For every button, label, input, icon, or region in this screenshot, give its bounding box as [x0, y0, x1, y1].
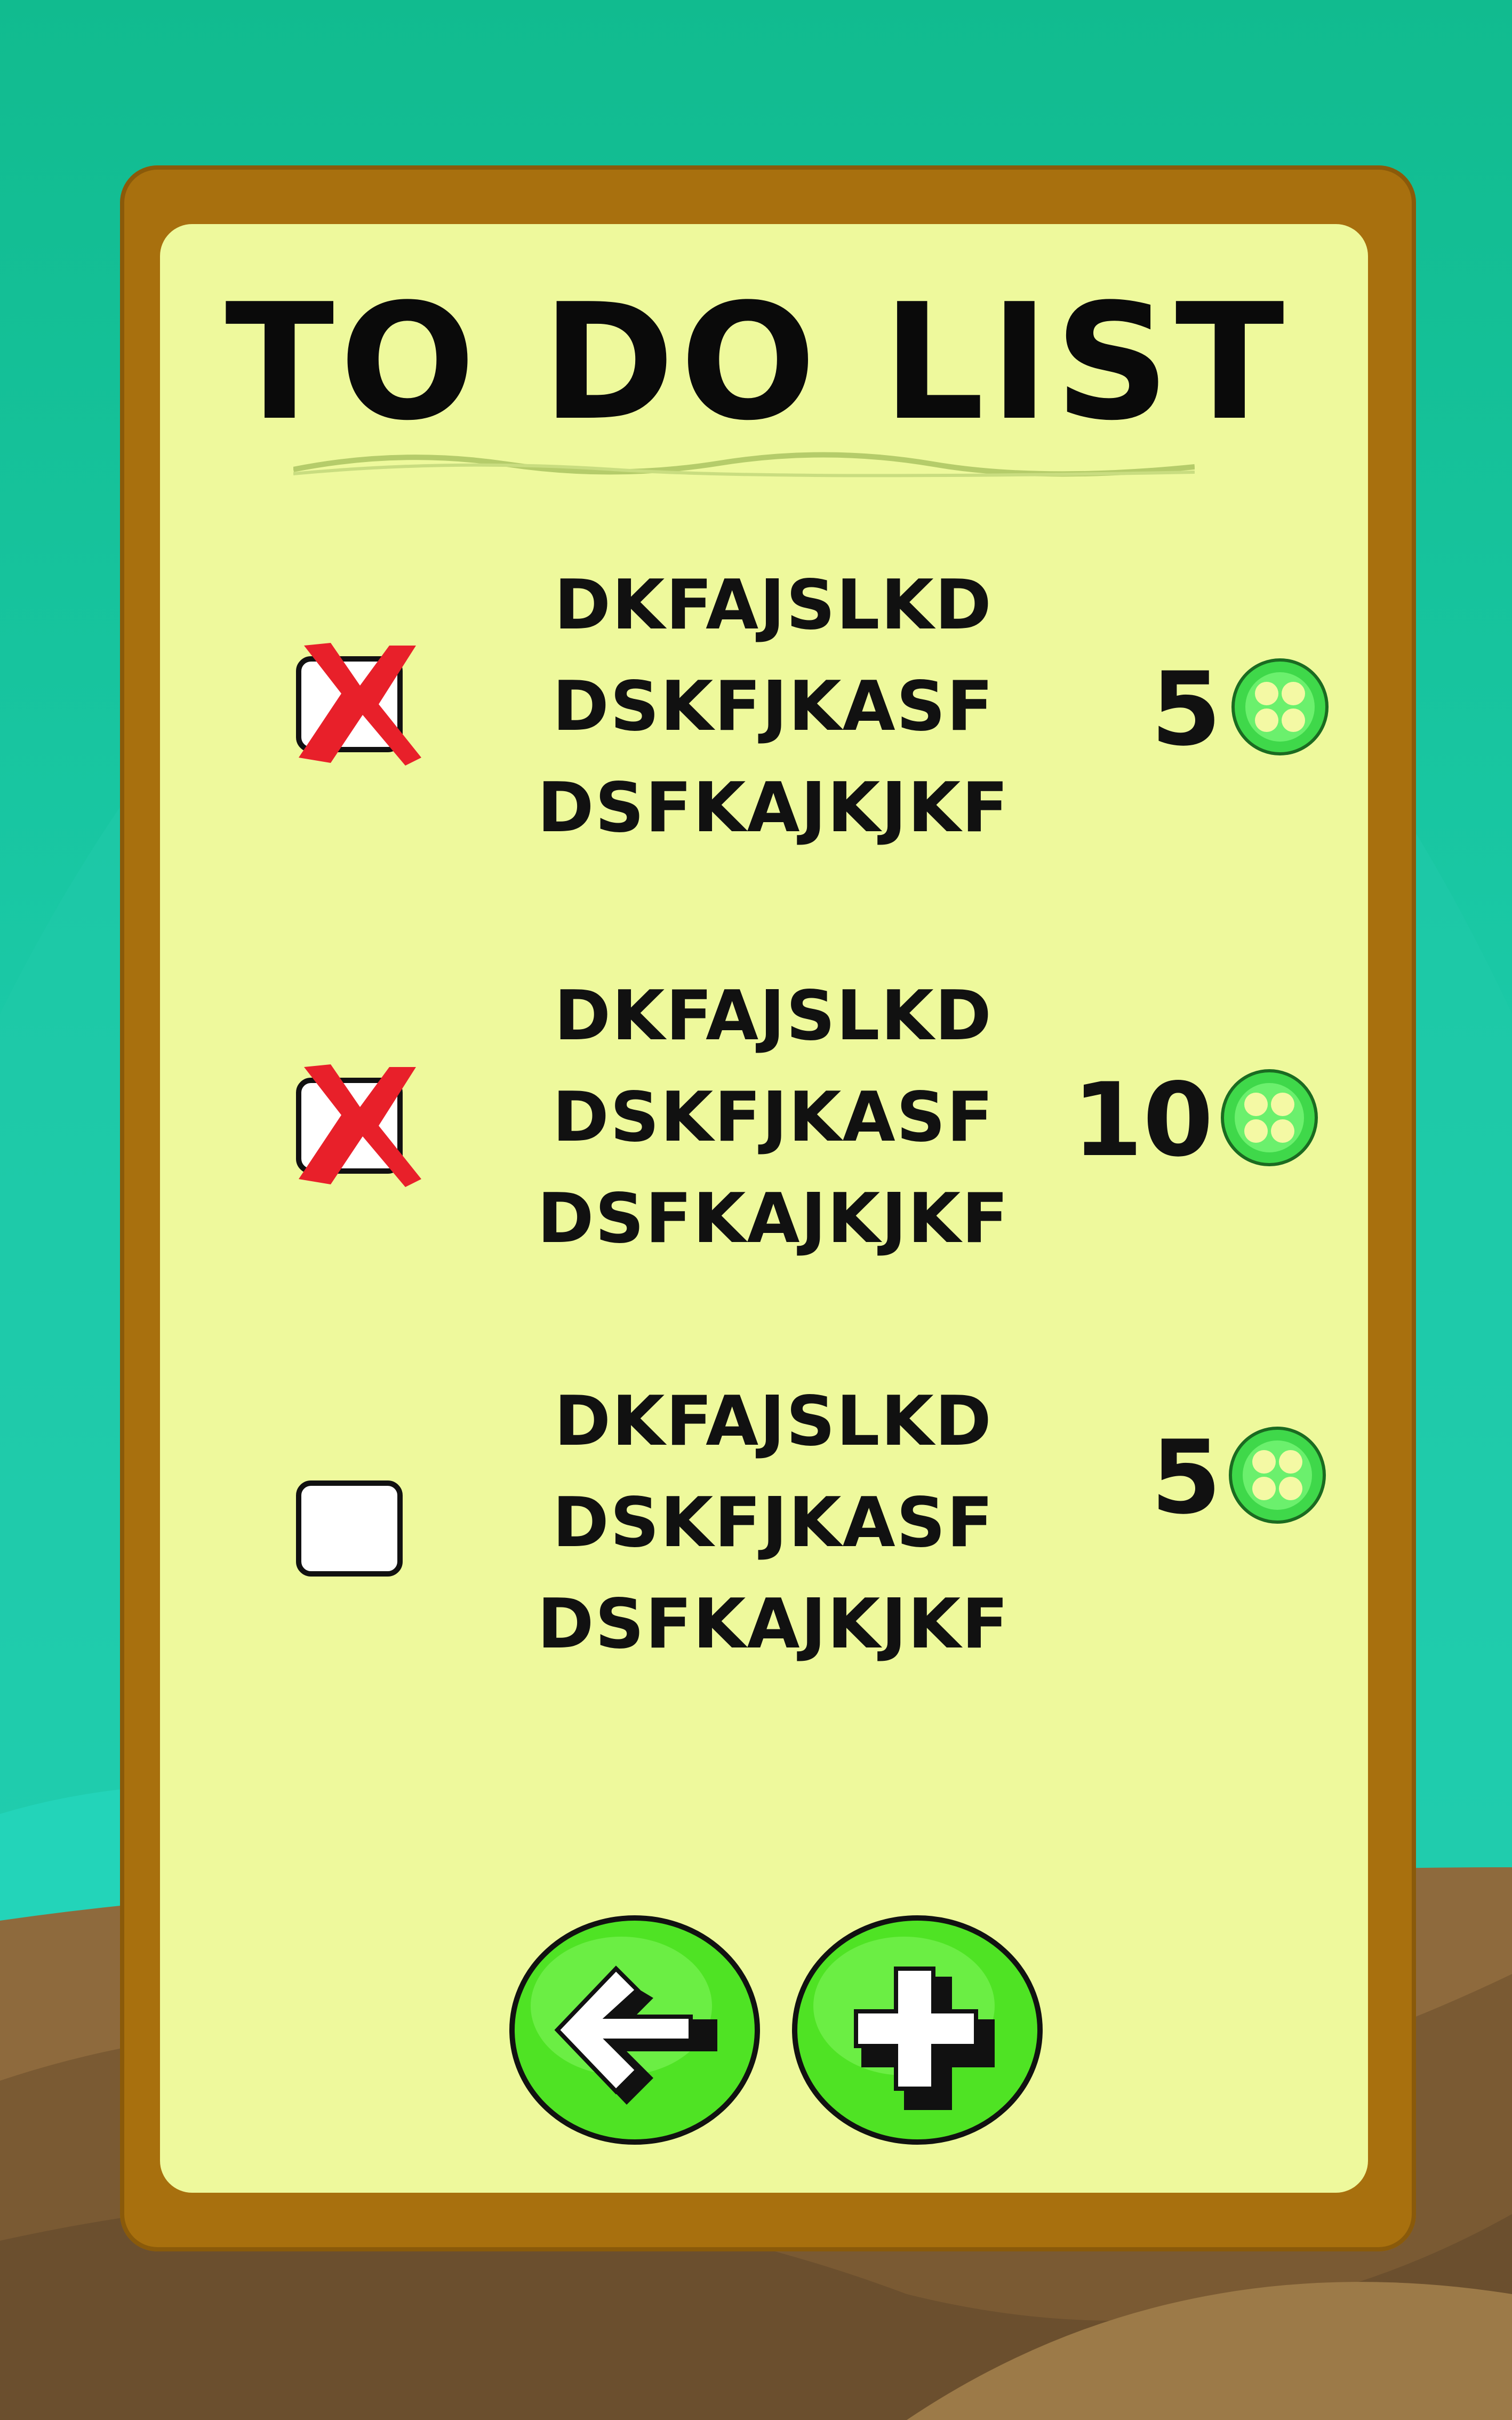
- x-mark-icon: [299, 643, 421, 766]
- task-row: DKFAJSLKD DSKFJKASF DSFKAJKJKF 5: [0, 555, 1512, 875]
- task-line: DSKFJKASF: [552, 1483, 995, 1563]
- title-underline: [293, 452, 1195, 477]
- task-line: DKFAJSLKD: [554, 976, 993, 1056]
- task-text: DKFAJSLKD DSKFJKASF DSFKAJKJKF: [480, 555, 1067, 859]
- task-points: 5: [1150, 650, 1221, 768]
- task-line: DSKFJKASF: [552, 667, 995, 746]
- task-row: DKFAJSLKD DSKFJKASF DSFKAJKJKF 5: [0, 1371, 1512, 1691]
- button-coin-icon: [1231, 658, 1329, 755]
- task-line: DKFAJSLKD: [554, 1382, 993, 1461]
- add-task-button[interactable]: [792, 1915, 1043, 2145]
- button-coin-icon: [1229, 1427, 1326, 1524]
- back-button[interactable]: [509, 1915, 760, 2145]
- task-text: DKFAJSLKD DSKFJKASF DSFKAJKJKF: [480, 1371, 1067, 1675]
- task-line: DSKFJKASF: [552, 1078, 995, 1157]
- task-text: DKFAJSLKD DSKFJKASF DSFKAJKJKF: [480, 966, 1067, 1270]
- task-points: 10: [1072, 1061, 1213, 1179]
- x-mark-icon: [299, 1064, 421, 1187]
- page-title: TO DO LIST: [225, 269, 1290, 456]
- button-coin-icon: [1221, 1069, 1318, 1166]
- task-line: DSFKAJKJKF: [537, 768, 1010, 848]
- task-line: DSFKAJKJKF: [537, 1585, 1010, 1664]
- task-points: 5: [1150, 1419, 1221, 1537]
- task-line: DSFKAJKJKF: [537, 1179, 1010, 1259]
- task-checkbox[interactable]: [296, 1480, 403, 1577]
- task-line: DKFAJSLKD: [554, 566, 993, 645]
- task-row: DKFAJSLKD DSKFJKASF DSFKAJKJKF 10: [0, 966, 1512, 1286]
